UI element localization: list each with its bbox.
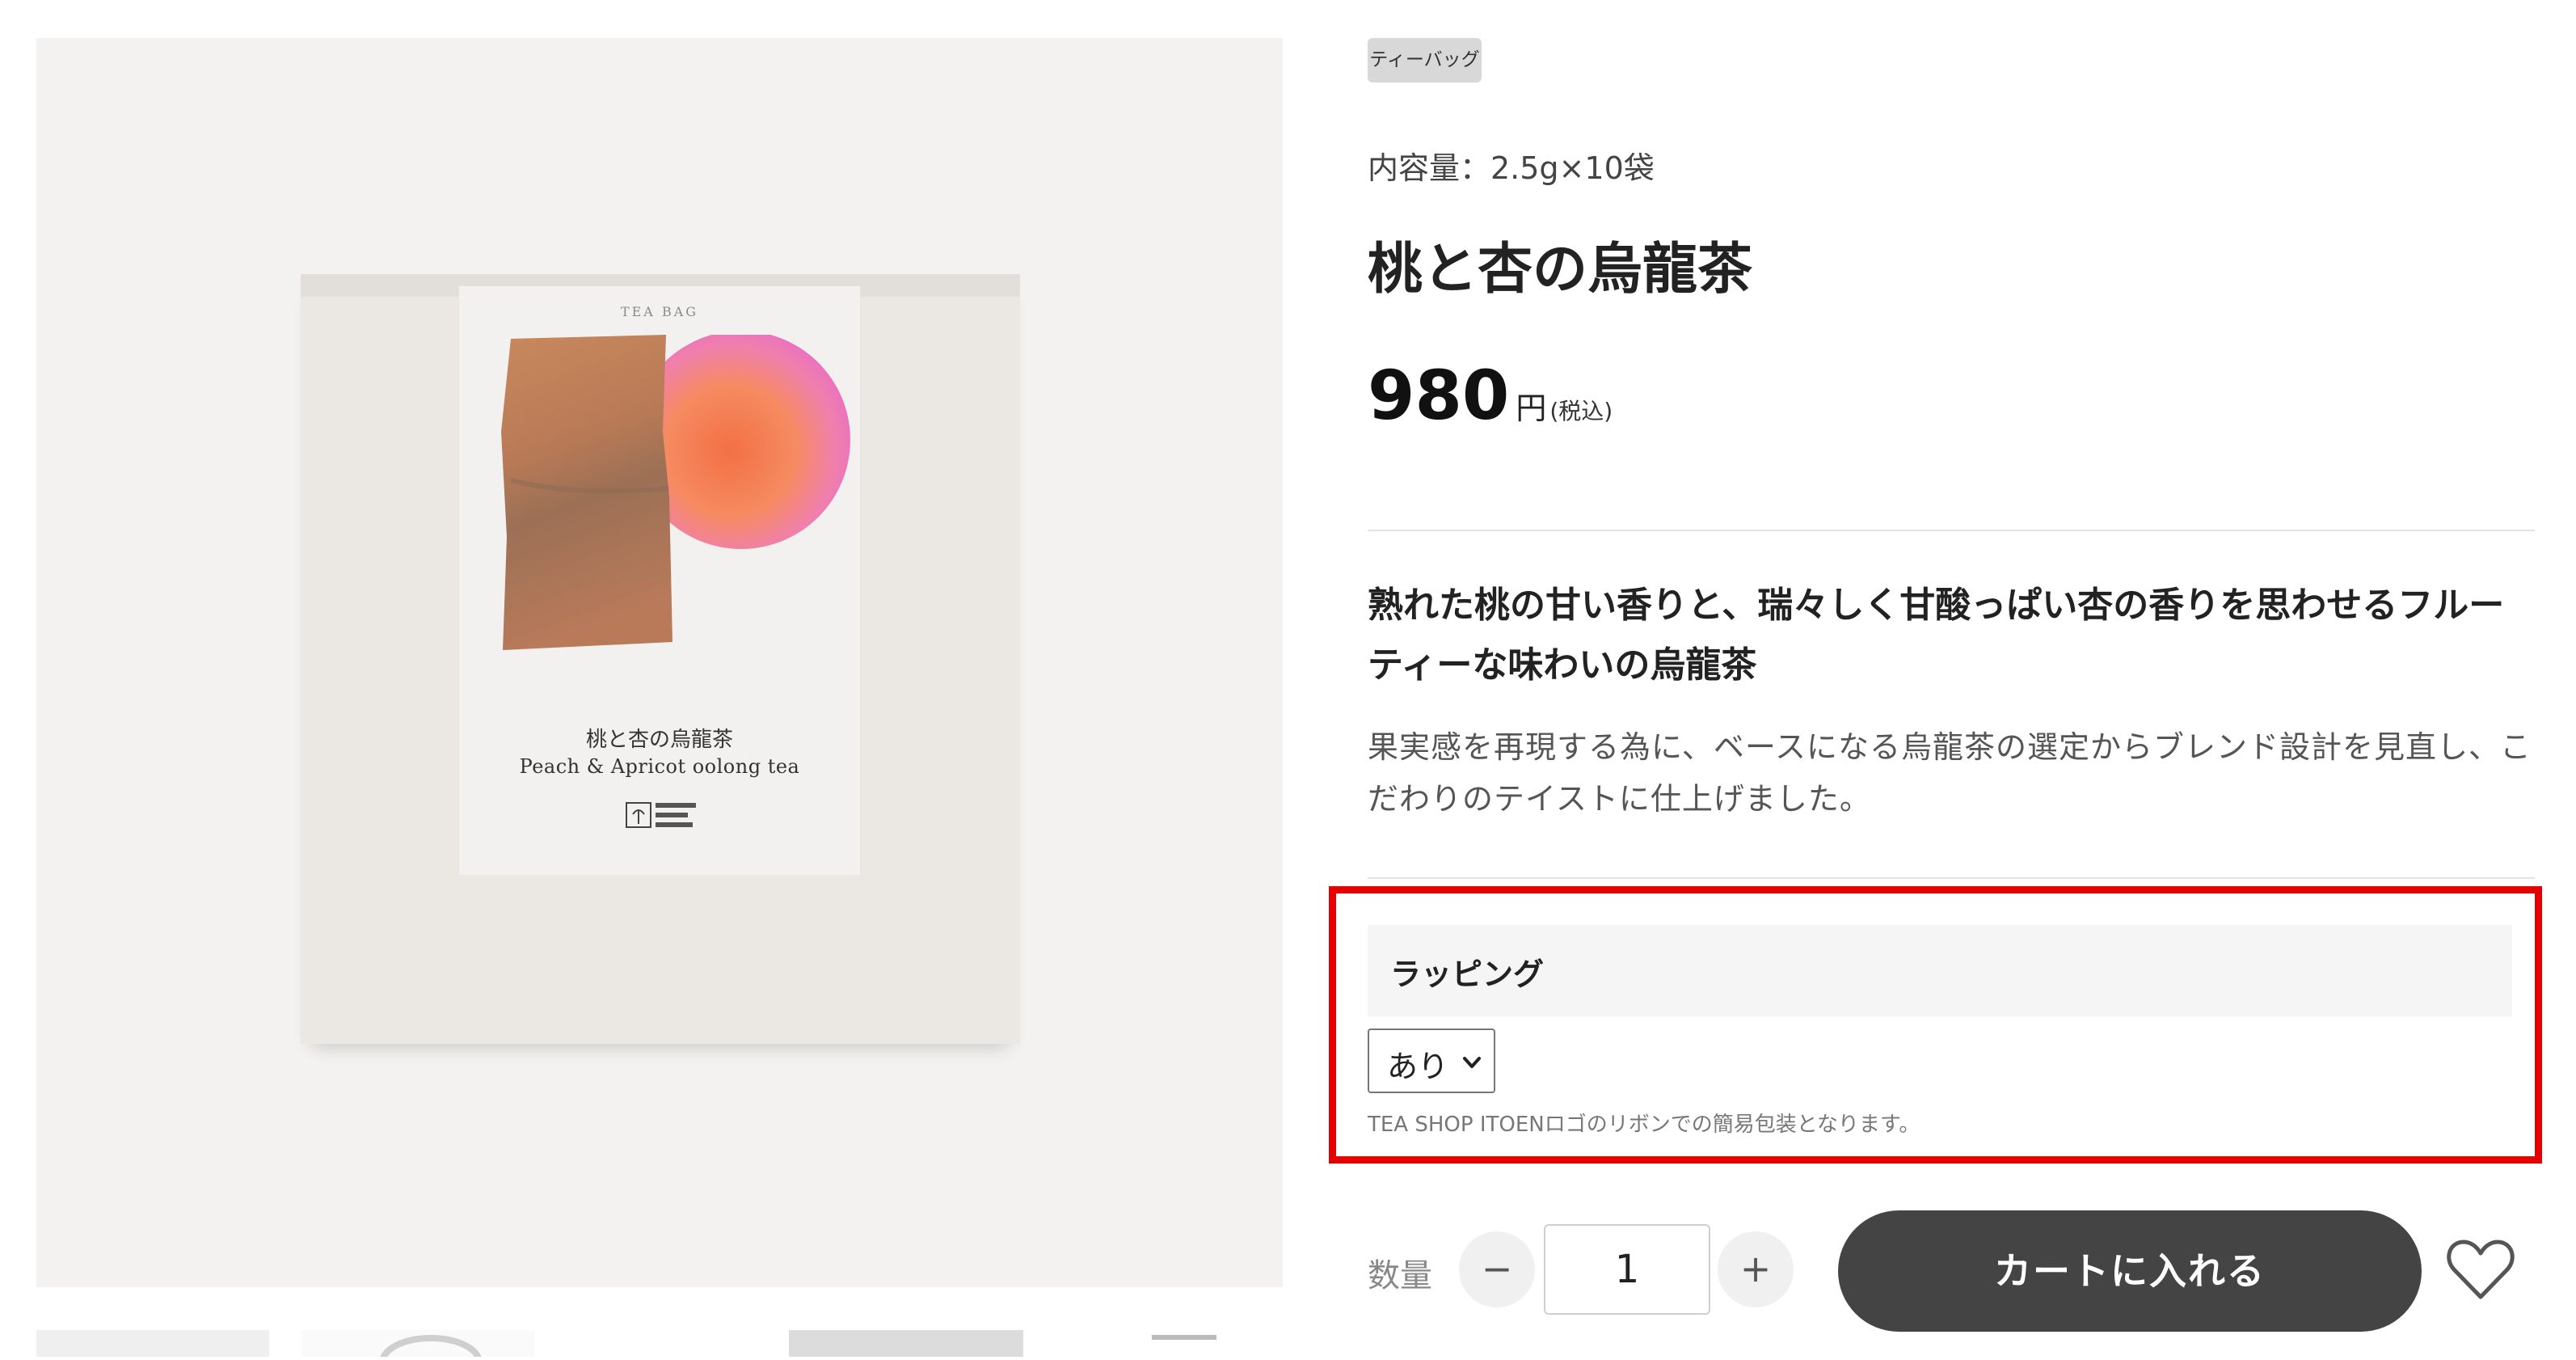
divider (1368, 877, 2535, 879)
package-label: TEA BAG 桃と杏の烏龍茶 Peach & Apricot oolong t… (458, 286, 861, 875)
thumbnail-strip (36, 1330, 1283, 1360)
thumbnail[interactable] (789, 1330, 1023, 1357)
watercolor-art (501, 335, 850, 650)
highlight-box (1329, 886, 2542, 1164)
tea-package: TEA BAG 桃と杏の烏龍茶 Peach & Apricot oolong t… (301, 274, 1020, 1044)
price: 980 円 (税込) (1368, 356, 1613, 435)
product-image: TEA BAG 桃と杏の烏龍茶 Peach & Apricot oolong t… (36, 38, 1283, 1287)
tea-shop-logo (626, 802, 696, 828)
product-description: 果実感を再現する為に、ベースになる烏龍茶の選定からブレンド設計を見直し、こだわり… (1368, 729, 2532, 817)
price-unit: 円 (1516, 391, 1547, 426)
capacity-text: 内容量：2.5g×10袋 (1368, 150, 1655, 186)
add-to-cart-button[interactable]: カートに入れる (1838, 1210, 2422, 1332)
quantity-increase-button[interactable]: + (1718, 1231, 1794, 1307)
package-name-en: Peach & Apricot oolong tea (519, 755, 800, 778)
category-badge: ティーバッグ (1368, 38, 1482, 82)
tax-note: (税込) (1549, 398, 1613, 424)
catchcopy: 熟れた桃の甘い香りと、瑞々しく甘酸っぱい杏の香りを思わせるフルーティーな味わいの… (1368, 585, 2505, 686)
package-name-ja: 桃と杏の烏龍茶 (585, 728, 733, 752)
quantity-label: 数量 (1368, 1257, 1432, 1295)
product-title: 桃と杏の烏龍茶 (1368, 238, 1753, 302)
package-top-text: TEA BAG (620, 304, 699, 319)
price-value: 980 (1368, 356, 1510, 435)
thumbnail[interactable] (1055, 1330, 1283, 1357)
thumbnail[interactable] (36, 1330, 269, 1357)
heart-icon[interactable] (2446, 1237, 2515, 1302)
divider (1368, 530, 2535, 531)
quantity-input[interactable]: 1 (1544, 1224, 1710, 1315)
thumbnail[interactable] (301, 1330, 534, 1360)
quantity-decrease-button[interactable]: − (1459, 1231, 1535, 1307)
